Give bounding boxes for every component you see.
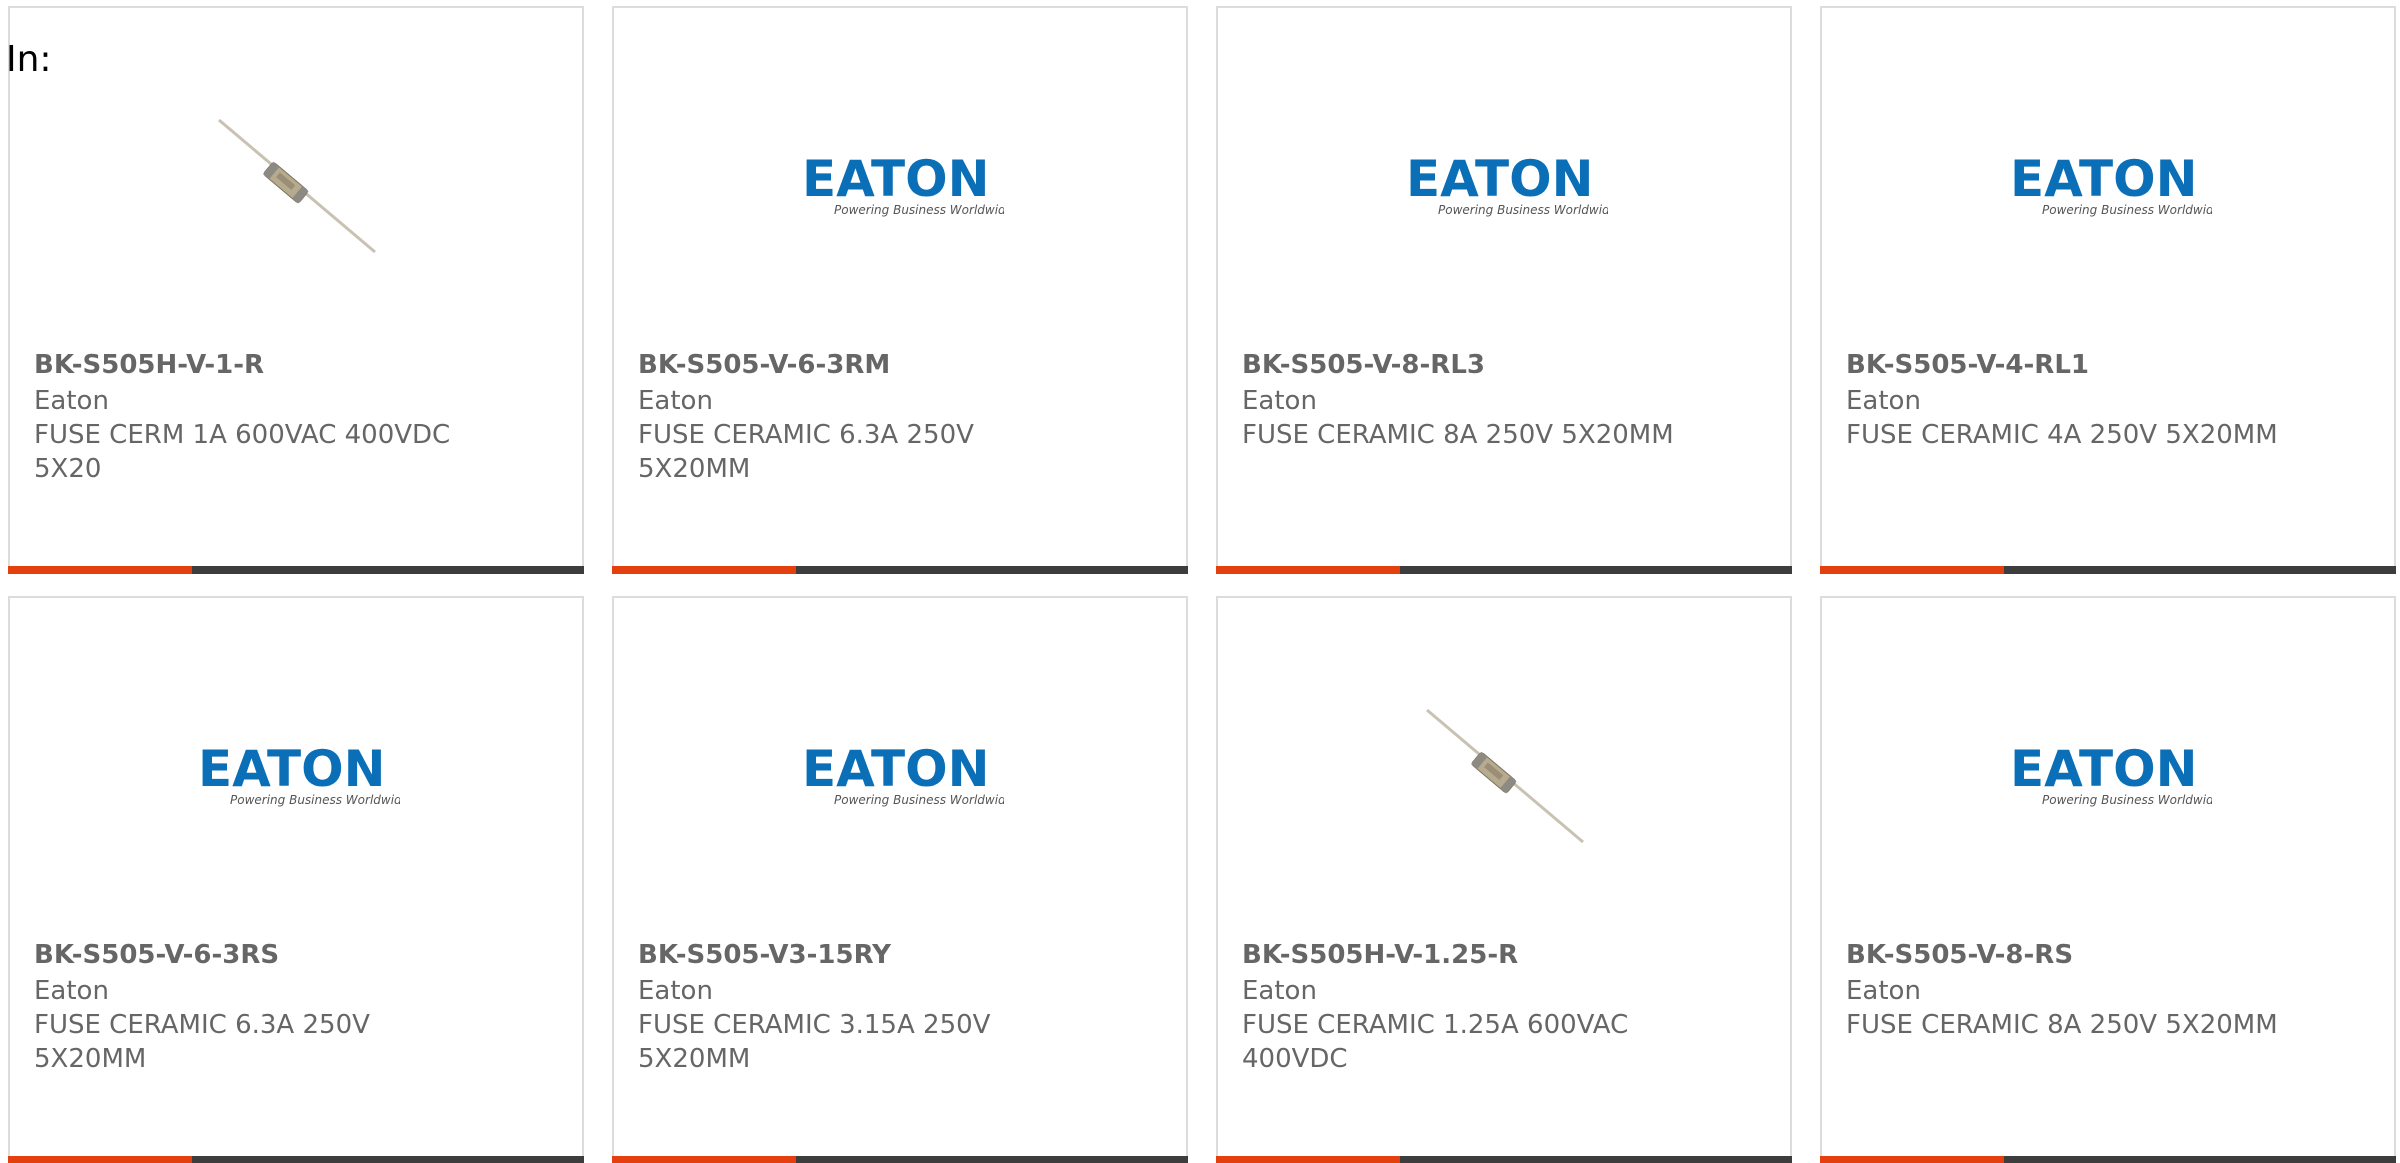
card-bottom-bar <box>8 1156 584 1163</box>
card-accent-bar <box>612 1156 796 1163</box>
product-part-number[interactable]: BK-S505-V-6-3RS <box>34 938 279 972</box>
eaton-tagline: Powering Business Worldwide <box>834 203 1004 217</box>
product-card[interactable]: EATON Powering Business Worldwide BK-S50… <box>1820 596 2396 1163</box>
eaton-wordmark: EATON <box>198 740 385 798</box>
product-manufacturer: Eaton <box>638 386 713 416</box>
product-image[interactable] <box>10 88 582 288</box>
eaton-tagline: Powering Business Worldwide <box>834 793 1004 807</box>
product-card[interactable]: EATON Powering Business Worldwide BK-S50… <box>1216 6 1792 574</box>
card-bottom-bar <box>1216 566 1792 574</box>
eaton-tagline: Powering Business Worldwide <box>230 793 400 807</box>
product-manufacturer: Eaton <box>1846 386 1921 416</box>
product-manufacturer: Eaton <box>34 386 109 416</box>
product-part-number[interactable]: BK-S505H-V-1.25-R <box>1242 938 1518 972</box>
card-bottom-bar <box>1820 566 2396 574</box>
product-description: FUSE CERAMIC 8A 250V 5X20MM <box>1846 1010 2278 1040</box>
card-accent-bar <box>1820 1156 2004 1163</box>
eaton-logo-icon: EATON Powering Business Worldwide <box>802 740 1004 807</box>
product-card[interactable]: EATON Powering Business Worldwide BK-S50… <box>612 596 1188 1163</box>
card-bottom-bar <box>1216 1156 1792 1163</box>
product-card[interactable]: EATON Powering Business Worldwide BK-S50… <box>1820 6 2396 574</box>
card-accent-bar <box>1216 1156 1400 1163</box>
product-image[interactable]: EATON Powering Business Worldwide <box>614 678 1186 878</box>
card-accent-bar <box>1216 566 1400 574</box>
product-manufacturer: Eaton <box>1242 386 1317 416</box>
product-image[interactable]: EATON Powering Business Worldwide <box>1822 88 2394 288</box>
eaton-logo-icon: EATON Powering Business Worldwide <box>198 740 400 807</box>
product-manufacturer: Eaton <box>638 976 713 1006</box>
fuse-image <box>218 118 376 254</box>
eaton-logo-icon: EATON Powering Business Worldwide <box>2010 740 2212 807</box>
product-card[interactable]: BK-S505H-V-1-R Eaton FUSE CERM 1A 600VAC… <box>8 6 584 574</box>
card-accent-bar <box>1820 566 2004 574</box>
eaton-logo-icon: EATON Powering Business Worldwide <box>2010 150 2212 217</box>
product-description: FUSE CERM 1A 600VAC 400VDC 5X20 <box>34 420 451 484</box>
product-card[interactable]: BK-S505H-V-1.25-R Eaton FUSE CERAMIC 1.2… <box>1216 596 1792 1163</box>
product-part-number[interactable]: BK-S505-V3-15RY <box>638 938 891 972</box>
product-part-number[interactable]: BK-S505-V-8-RS <box>1846 938 2073 972</box>
product-description: FUSE CERAMIC 6.3A 250V 5X20MM <box>638 420 974 484</box>
product-part-number[interactable]: BK-S505-V-6-3RM <box>638 348 890 382</box>
product-image[interactable] <box>1218 678 1790 878</box>
product-image[interactable]: EATON Powering Business Worldwide <box>614 88 1186 288</box>
eaton-tagline: Powering Business Worldwide <box>1438 203 1608 217</box>
product-description: FUSE CERAMIC 8A 250V 5X20MM <box>1242 420 1674 450</box>
card-bottom-bar <box>612 1156 1188 1163</box>
fuse-image <box>1426 708 1584 844</box>
product-image[interactable]: EATON Powering Business Worldwide <box>1822 678 2394 878</box>
card-bottom-bar <box>1820 1156 2396 1163</box>
card-accent-bar <box>8 1156 192 1163</box>
card-accent-bar <box>612 566 796 574</box>
card-accent-bar <box>8 566 192 574</box>
card-bottom-bar <box>612 566 1188 574</box>
product-image[interactable]: EATON Powering Business Worldwide <box>10 678 582 878</box>
eaton-logo-icon: EATON Powering Business Worldwide <box>1406 150 1608 217</box>
eaton-wordmark: EATON <box>802 150 989 208</box>
product-card[interactable]: EATON Powering Business Worldwide BK-S50… <box>612 6 1188 574</box>
product-manufacturer: Eaton <box>1242 976 1317 1006</box>
eaton-wordmark: EATON <box>1406 150 1593 208</box>
product-card[interactable]: EATON Powering Business Worldwide BK-S50… <box>8 596 584 1163</box>
eaton-wordmark: EATON <box>2010 740 2197 798</box>
product-description: FUSE CERAMIC 1.25A 600VAC 400VDC <box>1242 1010 1629 1074</box>
product-manufacturer: Eaton <box>1846 976 1921 1006</box>
eaton-wordmark: EATON <box>802 740 989 798</box>
product-part-number[interactable]: BK-S505-V-8-RL3 <box>1242 348 1485 382</box>
eaton-wordmark: EATON <box>2010 150 2197 208</box>
product-manufacturer: Eaton <box>34 976 109 1006</box>
card-bottom-bar <box>8 566 584 574</box>
product-description: FUSE CERAMIC 6.3A 250V 5X20MM <box>34 1010 370 1074</box>
product-image[interactable]: EATON Powering Business Worldwide <box>1218 88 1790 288</box>
eaton-logo-icon: EATON Powering Business Worldwide <box>802 150 1004 217</box>
product-grid-page: In: BK-S505H-V-1-R Eaton FUSE CERM 1A 60… <box>0 0 2400 1163</box>
eaton-tagline: Powering Business Worldwide <box>2042 203 2212 217</box>
product-part-number[interactable]: BK-S505H-V-1-R <box>34 348 264 382</box>
product-part-number[interactable]: BK-S505-V-4-RL1 <box>1846 348 2089 382</box>
filter-in-label: In: <box>6 39 52 80</box>
product-description: FUSE CERAMIC 4A 250V 5X20MM <box>1846 420 2278 450</box>
eaton-tagline: Powering Business Worldwide <box>2042 793 2212 807</box>
product-description: FUSE CERAMIC 3.15A 250V 5X20MM <box>638 1010 991 1074</box>
